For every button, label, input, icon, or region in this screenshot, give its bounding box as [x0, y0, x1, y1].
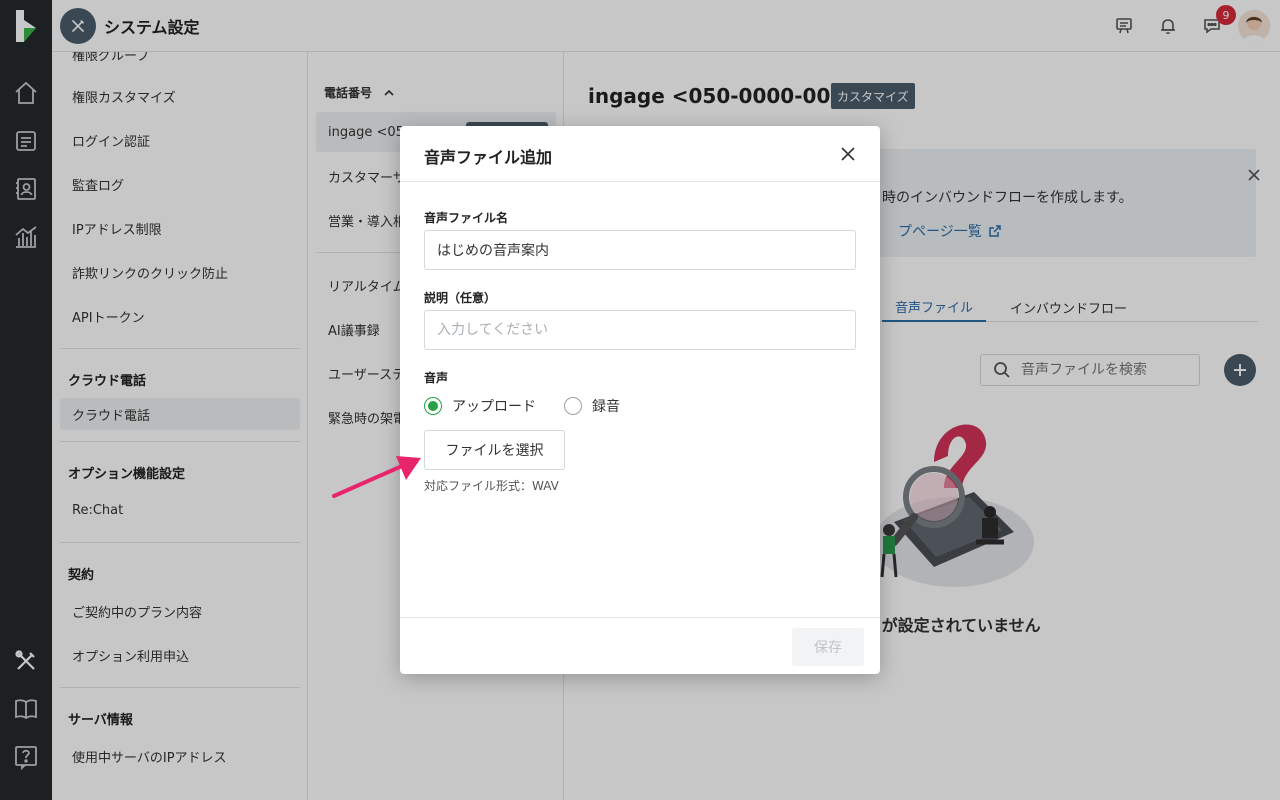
file-format-hint: 対応ファイル形式：WAV [424, 479, 559, 493]
radio-record[interactable]: 録音 [564, 396, 620, 416]
radio-upload-label: アップロード [452, 399, 536, 415]
save-button[interactable]: 保存 [792, 628, 864, 666]
add-audio-modal: 音声ファイル追加 音声ファイル名 説明（任意） 音声 アップロード 録音 ファイ… [400, 126, 880, 674]
radio-record-label: 録音 [592, 399, 620, 415]
audio-name-input[interactable] [424, 230, 856, 270]
voice-label: 音声 [424, 371, 449, 385]
audio-name-label: 音声ファイル名 [424, 211, 509, 225]
select-file-button[interactable]: ファイルを選択 [424, 430, 565, 470]
radio-record-indicator [564, 397, 582, 415]
radio-upload-indicator [424, 397, 442, 415]
modal-footer-divider [400, 617, 880, 618]
modal-title: 音声ファイル追加 [424, 148, 553, 167]
annotation-arrow-icon [332, 456, 421, 498]
modal-header-divider [400, 181, 880, 182]
description-input[interactable] [424, 310, 856, 350]
modal-close-button[interactable] [836, 142, 860, 166]
radio-upload[interactable]: アップロード [424, 396, 536, 416]
description-label: 説明（任意） [424, 291, 497, 305]
close-icon [841, 147, 855, 161]
